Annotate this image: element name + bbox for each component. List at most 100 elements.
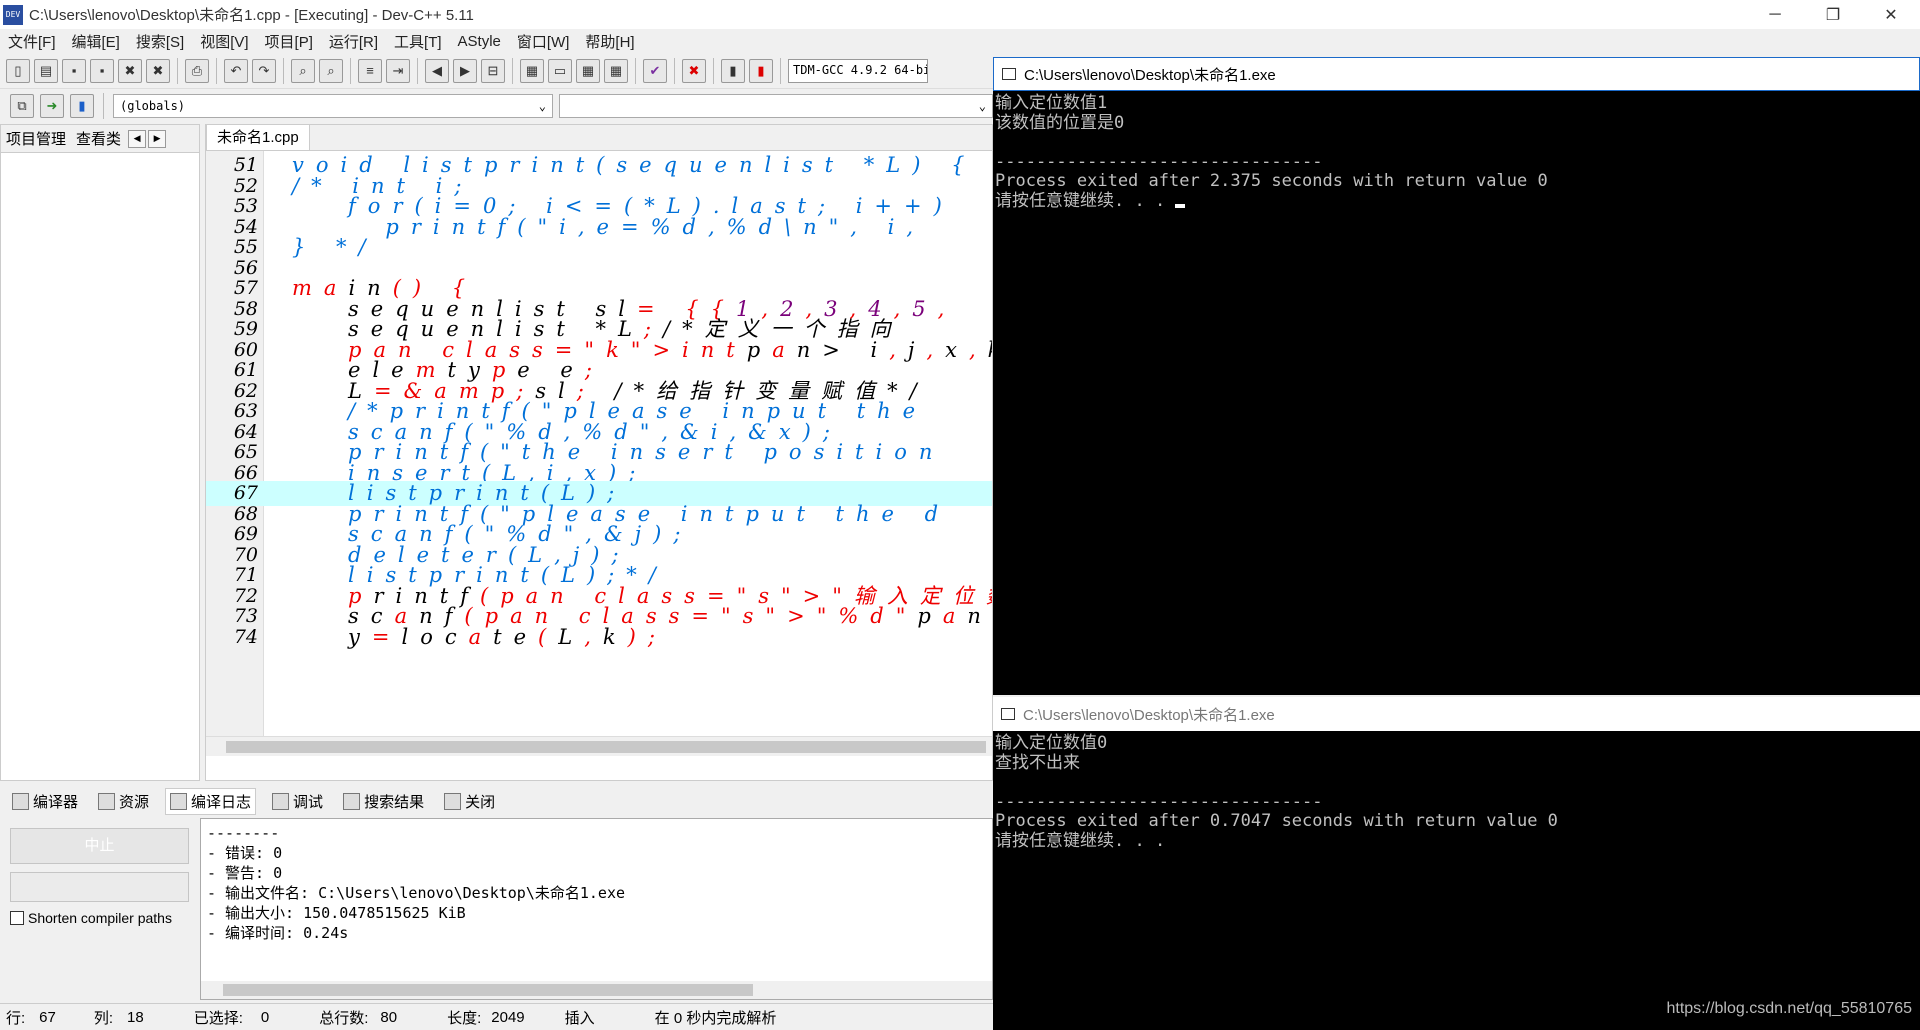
console-window-inactive[interactable]: C:\Users\lenovo\Desktop\未命名1.exe 输入定位数值0… [993,697,1920,1030]
profile-chart-icon[interactable]: ▮ [721,58,745,83]
menu-file[interactable]: 文件[F] [0,31,64,52]
close-panel-icon [444,792,462,810]
tab-search-results[interactable]: 搜索结果 [339,789,428,814]
goto-line-icon[interactable]: ≡ [358,58,382,83]
tab-project-manager[interactable]: 项目管理 [1,128,71,149]
line-number: 74 [233,625,258,648]
close-file-icon[interactable]: ✖ [118,58,142,83]
chevron-down-icon: ⌄ [538,99,546,113]
save-all-icon[interactable]: ▪ [90,58,114,83]
console-output: 输入定位数值1 该数值的位置是0 -----------------------… [995,93,1548,211]
tab-compiler[interactable]: 编译器 [8,789,82,814]
bookmark-prev-icon[interactable]: ◀ [425,58,449,83]
menu-window[interactable]: 窗口[W] [509,31,578,52]
compile-run-icon[interactable]: ▦ [576,58,600,83]
compile-log-panel[interactable]: -------- - 错误: 0 - 警告: 0 - 输出文件名: C:\Use… [200,818,993,1000]
log-horizontal-scrollbar[interactable] [201,981,992,999]
status-selected: 0 [260,1008,270,1026]
maximize-button[interactable]: ❐ [1804,0,1862,29]
window-title: C:\Users\lenovo\Desktop\未命名1.cpp - [Exec… [29,7,474,24]
menu-search[interactable]: 搜索[S] [128,31,192,52]
devcpp-app-icon: DEV [3,4,23,25]
status-parse-info: 在 0 秒内完成解析 [654,1009,777,1027]
status-total-lines-label: 总行数: [319,1009,369,1027]
console-title-bar: C:\Users\lenovo\Desktop\未命名1.exe [993,697,1920,731]
open-file-icon[interactable]: ▤ [34,58,58,83]
close-all-icon[interactable]: ✖ [146,58,170,83]
code-line[interactable]: 74 y=locate(L,k); [206,625,992,650]
syntax-check-icon[interactable]: ✔ [643,58,667,83]
chevron-down-icon: ⌄ [978,99,986,113]
scope-combo[interactable]: (globals) ⌄ [113,94,553,118]
console-title-bar: C:\Users\lenovo\Desktop\未命名1.exe [993,57,1920,91]
menu-edit[interactable]: 编辑[E] [64,31,128,52]
tab-close-label: 关闭 [465,793,496,811]
tab-resources[interactable]: 资源 [94,789,153,814]
run-icon[interactable]: ▭ [548,58,572,83]
title-bar: DEV C:\Users\lenovo\Desktop\未命名1.cpp - [… [0,0,1920,29]
bookmark-next-icon[interactable]: ▶ [453,58,477,83]
menu-project[interactable]: 项目[P] [257,31,321,52]
toggle-bookmark-icon[interactable]: ▮ [70,94,94,118]
status-selected-label: 已选择: [193,1009,243,1027]
stop-execution-icon[interactable]: ✖ [682,58,706,83]
project-panel: 项目管理 查看类 ◀ ▶ [0,124,200,781]
watermark: https://blog.csdn.net/qq_55810765 [1666,1000,1912,1017]
compile-controls: 中止 Shorten compiler paths [0,818,200,1000]
menu-tools[interactable]: 工具[T] [386,31,450,52]
rebuild-icon[interactable]: ▦ [604,58,628,83]
editor-horizontal-scrollbar[interactable] [206,736,992,756]
menu-run[interactable]: 运行[R] [321,31,386,52]
minimize-button[interactable]: ─ [1746,0,1804,29]
status-row-label: 行: [6,1009,26,1027]
new-file-icon[interactable]: ▯ [6,58,30,83]
function-combo[interactable]: ⌄ [559,94,993,118]
code-editor[interactable]: 未命名1.cpp 51 void listprint(sequenlist *L)… [205,124,993,781]
delete-profile-icon[interactable]: ▮ [749,58,773,83]
console-window-active[interactable]: C:\Users\lenovo\Desktop\未命名1.exe 输入定位数值1… [993,57,1920,695]
print-icon[interactable]: ⎙ [185,58,209,83]
compile-icon[interactable]: ▦ [520,58,544,83]
compiler-select[interactable]: TDM-GCC 4.9.2 64-bit Release [788,58,928,83]
tab-debug-label: 调试 [293,793,324,811]
console-title: C:\Users\lenovo\Desktop\未命名1.exe [1024,66,1276,84]
console-app-icon [1002,68,1016,80]
save-icon[interactable]: ▪ [62,58,86,83]
tab-search-results-label: 搜索结果 [364,793,425,811]
stop-button[interactable]: 中止 [10,828,189,864]
main-toolbar: ▯ ▤ ▪ ▪ ✖ ✖ ⎙ ↶ ↷ ⌕ ⌕ ≡ ⇥ ◀ ▶ ⊟ ▦ ▭ ▦ ▦ … [0,53,993,89]
menu-view[interactable]: 视图[V] [192,31,256,52]
replace-icon[interactable]: ⌕ [319,58,343,83]
bottom-tabs: 编译器 资源 编译日志 调试 搜索结果 关闭 [0,787,993,815]
undo-icon[interactable]: ↶ [224,58,248,83]
find-icon[interactable]: ⌕ [291,58,315,83]
text-cursor [1175,203,1186,208]
menu-help[interactable]: 帮助[H] [577,31,642,52]
tab-scroll-right-icon[interactable]: ▶ [148,129,167,148]
check-icon [272,792,290,810]
console-app-icon [1001,708,1015,720]
insert-icon[interactable]: ➜ [40,94,64,118]
tab-compile-log-label: 编译日志 [191,793,252,811]
editor-tab[interactable]: 未命名1.cpp [206,125,310,150]
console-title: C:\Users\lenovo\Desktop\未命名1.exe [1023,706,1275,724]
tab-compiler-label: 编译器 [33,793,79,811]
progress-bar [10,872,189,902]
redo-icon[interactable]: ↷ [252,58,276,83]
indent-icon[interactable]: ⇥ [386,58,410,83]
menu-astyle[interactable]: AStyle [450,33,509,50]
tab-close[interactable]: 关闭 [440,789,499,814]
tab-scroll-left-icon[interactable]: ◀ [128,129,147,148]
close-button[interactable]: ✕ [1862,0,1920,29]
tab-compile-log[interactable]: 编译日志 [165,787,257,815]
new-class-icon[interactable]: ⧉ [10,94,34,118]
shorten-paths-option[interactable]: Shorten compiler paths [10,910,172,926]
status-length-label: 长度: [447,1009,482,1027]
code-area[interactable]: 51 void listprint(sequenlist *L) {52/* in… [206,151,992,756]
shorten-paths-checkbox[interactable] [10,911,24,925]
resources-icon [98,792,116,810]
tab-class-view[interactable]: 查看类 [71,128,126,149]
tab-debug[interactable]: 调试 [268,789,327,814]
toggle-comment-icon[interactable]: ⊟ [481,58,505,83]
tab-resources-label: 资源 [119,793,150,811]
